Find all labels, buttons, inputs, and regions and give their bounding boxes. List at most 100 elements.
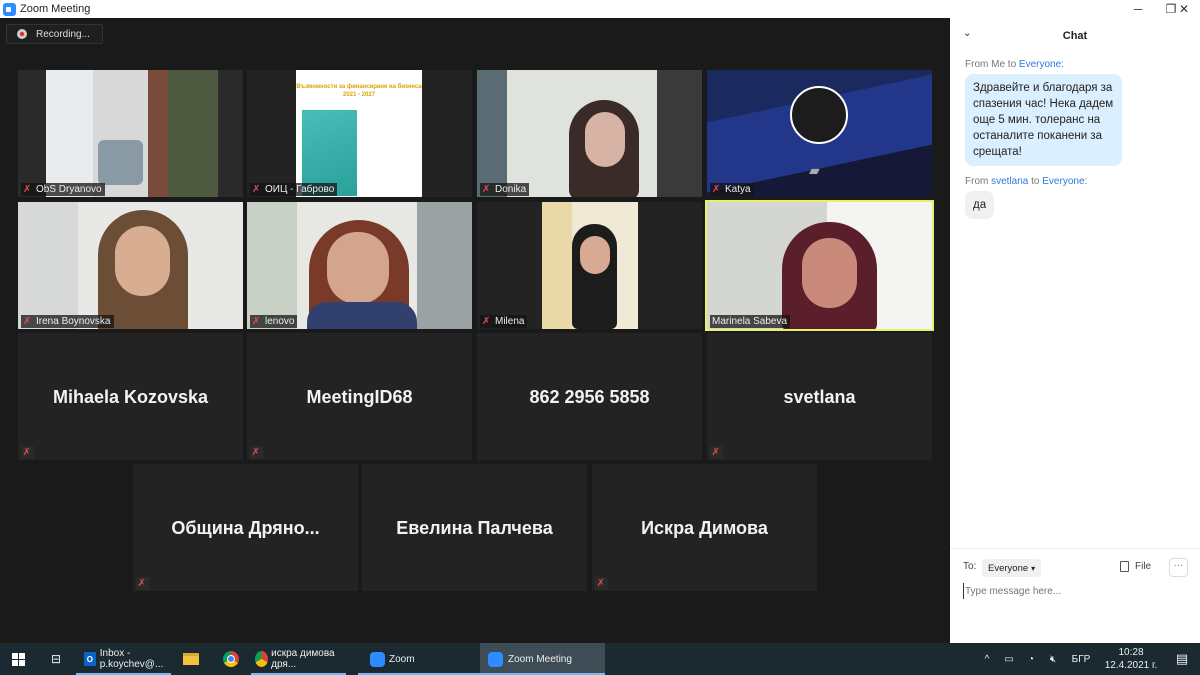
participant-label: ✗ ObS Dryanovo	[21, 183, 105, 196]
name-tile[interactable]: Община Дряно... ✗	[133, 464, 358, 591]
name-tile[interactable]: Евелина Палчева	[362, 464, 587, 591]
mic-muted-icon: ✗	[23, 184, 32, 195]
taskbar-chrome[interactable]	[211, 643, 251, 675]
show-hidden-icons-button[interactable]: ^	[976, 654, 998, 665]
participant-label: ✗ Milena	[480, 315, 528, 328]
mic-muted-icon: ✗	[136, 577, 149, 590]
face-shape	[327, 232, 389, 304]
file-button[interactable]: File	[1120, 561, 1151, 572]
to-label: To:	[963, 561, 977, 572]
meeting-area: Recording... ✗ ObS Dryanovo Възможности з…	[0, 18, 950, 643]
participant-label: ✗ Donika	[480, 183, 530, 196]
window-title: Zoom Meeting	[20, 3, 91, 15]
chevron-down-icon: ▾	[1031, 563, 1036, 573]
chrome-icon	[223, 651, 239, 667]
name-tile[interactable]: MeetingID68 ✗	[247, 333, 472, 460]
video-tile[interactable]: ▰ ✗ Katya	[707, 70, 932, 197]
taskbar-zoom-meeting[interactable]: Zoom Meeting	[480, 643, 605, 675]
close-button[interactable]: ✕	[1168, 0, 1200, 18]
participant-label: ✗ ОИЦ - Габрово	[250, 183, 338, 196]
folder-icon	[183, 653, 199, 665]
slide-title: Възможности за финансиране на бизнеса	[296, 84, 422, 90]
sender-link[interactable]: svetlana	[991, 176, 1028, 187]
name-tile[interactable]: Искра Димова ✗	[592, 464, 817, 591]
taskbar-zoom[interactable]: Zoom	[358, 643, 480, 675]
participant-label: ✗ Katya	[710, 183, 754, 196]
slide-years: 2021 - 2027	[342, 92, 376, 98]
chat-composer: To: Everyone ▾ File ···	[950, 548, 1200, 643]
start-button[interactable]	[0, 643, 36, 675]
recording-indicator[interactable]: Recording...	[6, 24, 103, 44]
task-view-icon: ⊟	[50, 652, 62, 666]
name-tile[interactable]: 862 2956 5858	[477, 333, 702, 460]
participant-name: Евелина Палчева	[396, 518, 553, 538]
task-view-button[interactable]: ⊟	[36, 643, 76, 675]
chair-shape	[98, 140, 143, 185]
mic-muted-icon: ✗	[252, 184, 261, 195]
windows-taskbar: ⊟ O Inbox - p.koychev@... искра димова др…	[0, 643, 1200, 675]
chat-panel: ⌄ Chat From Me to Everyone: Здравейте и …	[950, 18, 1200, 643]
record-icon	[17, 29, 27, 39]
system-tray: ^ ▭ ◔ 🔇︎ БГР 10:28 12.4.2021 г. ▤	[976, 643, 1200, 675]
participant-label: ✗ Irena Boynovska	[21, 315, 114, 328]
zoom-icon	[488, 651, 503, 667]
participant-name: Община Дряно...	[171, 518, 320, 538]
chat-message: да	[965, 191, 995, 219]
video-tile[interactable]: ✗ Irena Boynovska	[18, 202, 243, 329]
zoom-app-icon	[3, 2, 16, 16]
video-tile[interactable]: ✗ ObS Dryanovo	[18, 70, 243, 197]
participant-name: 862 2956 5858	[529, 387, 650, 407]
mic-muted-icon: ✗	[252, 316, 261, 327]
face-shape	[585, 112, 625, 167]
wifi-icon[interactable]: ◔	[1020, 654, 1042, 665]
video-tile-active-speaker[interactable]: Marinela Sabeva	[705, 200, 934, 331]
participant-name: Mihaela Kozovska	[52, 387, 209, 407]
chevron-down-icon[interactable]: ⌄	[963, 28, 971, 39]
file-icon	[1120, 561, 1129, 572]
participant-name: svetlana	[783, 387, 856, 407]
taskbar-chrome-window[interactable]: искра димова дря...	[251, 643, 346, 675]
mic-muted-icon: ✗	[595, 577, 608, 590]
message-sender-line: From svetlana to Everyone:	[965, 176, 1088, 187]
minimize-button[interactable]: ─	[1123, 0, 1153, 18]
shirt-shape	[307, 302, 417, 329]
taskbar-outlook[interactable]: O Inbox - p.koychev@...	[76, 643, 171, 675]
mic-muted-icon: ✗	[21, 446, 34, 459]
face-shape	[115, 226, 170, 296]
recording-label: Recording...	[36, 28, 90, 40]
mic-muted-icon: ✗	[23, 316, 32, 327]
recipient-link[interactable]: Everyone	[1019, 59, 1061, 70]
message-sender-line: From Me to Everyone:	[965, 59, 1064, 70]
name-tile[interactable]: svetlana ✗	[707, 333, 932, 460]
language-indicator[interactable]: БГР	[1064, 654, 1098, 665]
shared-slide: Възможности за финансиране на бизнеса 20…	[296, 70, 422, 197]
obs-avatar-icon	[790, 86, 848, 144]
participant-label: ✗ lenovo	[250, 315, 298, 328]
video-tile[interactable]: ✗ Donika	[477, 70, 702, 197]
mic-muted-icon: ✗	[482, 184, 491, 195]
participant-name: MeetingID68	[306, 387, 413, 407]
outlook-icon: O	[84, 652, 96, 666]
chat-title: Chat	[1062, 29, 1088, 42]
recipient-link[interactable]: Everyone	[1042, 176, 1084, 187]
battery-icon[interactable]: ▭	[998, 654, 1020, 665]
chrome-icon	[255, 651, 269, 667]
volume-muted-icon[interactable]: 🔇︎	[1042, 654, 1064, 665]
more-options-button[interactable]: ···	[1169, 558, 1188, 577]
zoom-icon	[370, 651, 385, 667]
participant-label: Marinela Sabeva	[710, 315, 791, 328]
clock[interactable]: 10:28 12.4.2021 г.	[1098, 646, 1164, 672]
mic-muted-icon: ✗	[250, 446, 263, 459]
video-tile[interactable]: ✗ lenovo	[247, 202, 472, 329]
notifications-icon[interactable]: ▤	[1164, 651, 1200, 667]
chat-header: ⌄ Chat	[950, 18, 1200, 53]
taskbar-file-explorer[interactable]	[171, 643, 211, 675]
chat-message-input[interactable]	[963, 583, 1188, 599]
participant-name: Искра Димова	[641, 518, 768, 538]
name-tile[interactable]: Mihaela Kozovska ✗	[18, 333, 243, 460]
video-tile[interactable]: ✗ Milena	[477, 202, 702, 329]
mic-muted-icon: ✗	[712, 184, 721, 195]
video-tile[interactable]: Възможности за финансиране на бизнеса 20…	[247, 70, 472, 197]
recipient-select[interactable]: Everyone ▾	[982, 559, 1042, 577]
camera-off-icon: ▰	[809, 162, 820, 178]
